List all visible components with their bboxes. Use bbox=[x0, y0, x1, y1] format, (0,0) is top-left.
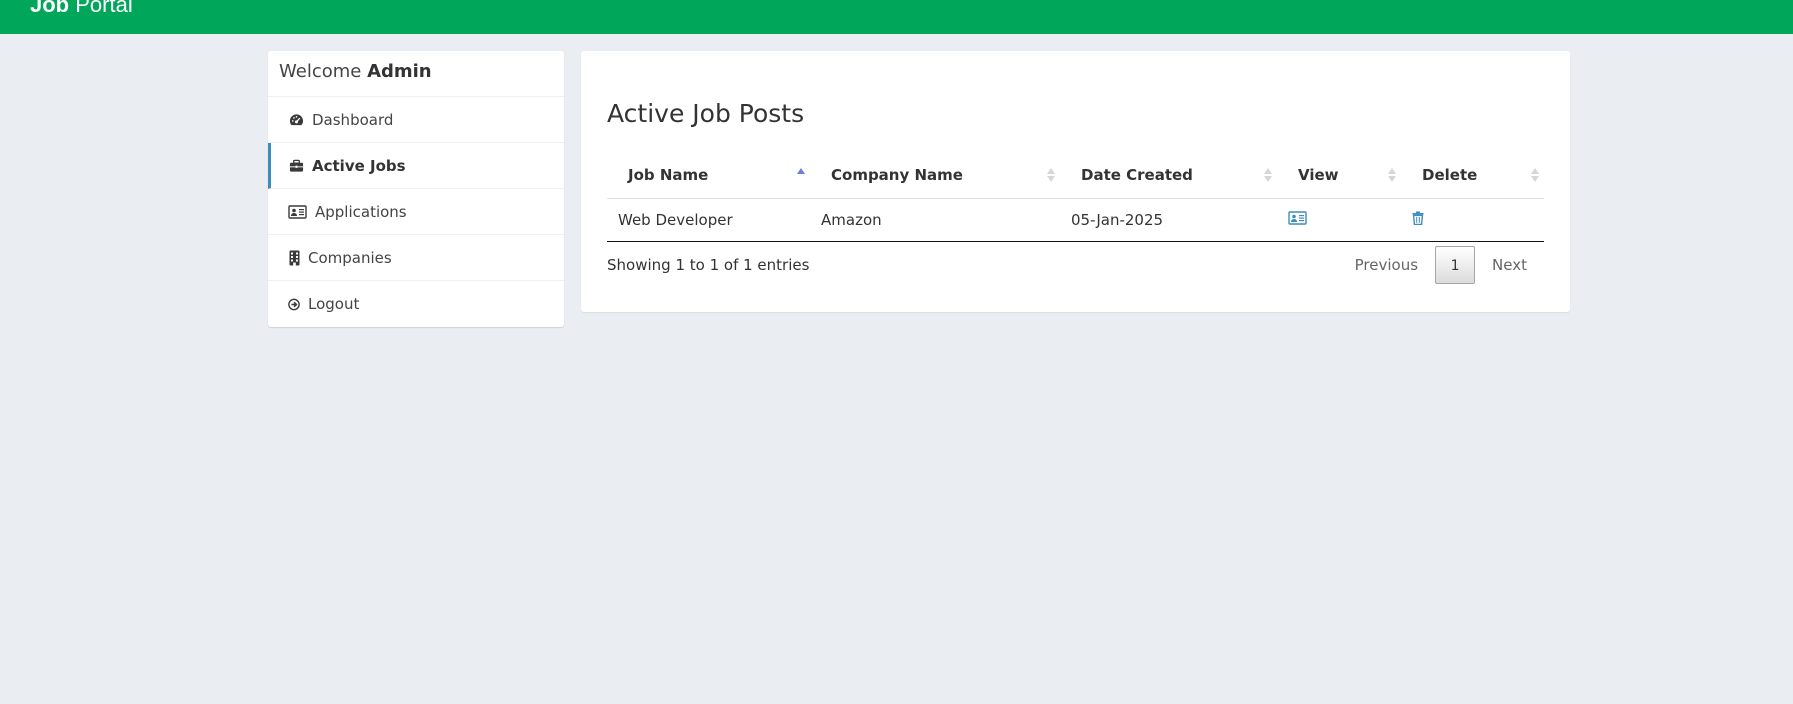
sort-icon bbox=[1046, 166, 1056, 184]
main-content-panel: Active Job Posts Job Name Company Name D… bbox=[581, 51, 1570, 312]
sort-icon bbox=[1530, 166, 1540, 184]
cell-view bbox=[1277, 198, 1401, 242]
sidebar-item-label: Active Jobs bbox=[312, 156, 406, 175]
cell-date-created: 05-Jan-2025 bbox=[1060, 198, 1277, 242]
cell-job-name: Web Developer bbox=[607, 198, 810, 242]
sidebar-item-applications[interactable]: Applications bbox=[268, 189, 564, 235]
table-info-text: Showing 1 to 1 of 1 entries bbox=[607, 256, 810, 274]
column-header-label: View bbox=[1298, 166, 1339, 185]
logout-icon bbox=[288, 296, 300, 312]
sidebar: Welcome Admin Dashboard Active Jobs Appl… bbox=[268, 51, 564, 327]
sort-icon bbox=[1387, 166, 1397, 184]
pagination: Previous 1 Next bbox=[1338, 246, 1544, 284]
pagination-next-button[interactable]: Next bbox=[1475, 246, 1544, 284]
welcome-username: Admin bbox=[367, 61, 432, 82]
column-header-date-created[interactable]: Date Created bbox=[1060, 153, 1277, 199]
sidebar-item-label: Logout bbox=[308, 295, 360, 313]
column-header-label: Date Created bbox=[1081, 166, 1193, 185]
column-header-label: Job Name bbox=[628, 166, 709, 185]
sidebar-item-dashboard[interactable]: Dashboard bbox=[268, 97, 564, 143]
top-navbar: Job Portal bbox=[0, 0, 1793, 34]
sidebar-item-label: Dashboard bbox=[312, 110, 394, 129]
sidebar-item-label: Companies bbox=[308, 248, 392, 267]
table-row: Web Developer Amazon 05-Jan-2025 bbox=[607, 198, 1544, 242]
page-title: Active Job Posts bbox=[607, 99, 805, 128]
brand-bold-text: Job bbox=[30, 0, 70, 17]
welcome-prefix: Welcome bbox=[279, 61, 368, 82]
building-icon bbox=[288, 250, 300, 266]
pagination-page-current[interactable]: 1 bbox=[1435, 246, 1476, 284]
sort-icon bbox=[1263, 166, 1273, 184]
cell-company-name: Amazon bbox=[810, 198, 1060, 242]
delete-trash-icon[interactable] bbox=[1412, 211, 1424, 229]
sidebar-item-logout[interactable]: Logout bbox=[268, 281, 564, 327]
brand-logo[interactable]: Job Portal bbox=[30, 0, 133, 16]
id-card-icon bbox=[288, 204, 307, 220]
cell-delete bbox=[1401, 198, 1544, 242]
sidebar-item-label: Applications bbox=[315, 202, 407, 221]
column-header-delete[interactable]: Delete bbox=[1401, 153, 1544, 199]
column-header-company-name[interactable]: Company Name bbox=[810, 153, 1060, 199]
view-id-card-icon[interactable] bbox=[1288, 211, 1307, 229]
briefcase-icon bbox=[288, 158, 304, 174]
column-header-view[interactable]: View bbox=[1277, 153, 1401, 199]
column-header-label: Company Name bbox=[831, 166, 963, 185]
sort-ascending-icon bbox=[796, 166, 806, 184]
dashboard-icon bbox=[288, 112, 304, 128]
table-header-row: Job Name Company Name Date Created View … bbox=[607, 153, 1544, 199]
welcome-heading: Welcome Admin bbox=[268, 51, 564, 97]
column-header-job-name[interactable]: Job Name bbox=[607, 153, 810, 199]
brand-rest-text: Portal bbox=[69, 0, 133, 17]
column-header-label: Delete bbox=[1422, 166, 1478, 185]
jobs-table: Job Name Company Name Date Created View … bbox=[607, 153, 1544, 242]
sidebar-item-companies[interactable]: Companies bbox=[268, 235, 564, 281]
sidebar-item-active-jobs[interactable]: Active Jobs bbox=[268, 143, 564, 189]
pagination-previous-button[interactable]: Previous bbox=[1338, 246, 1435, 284]
